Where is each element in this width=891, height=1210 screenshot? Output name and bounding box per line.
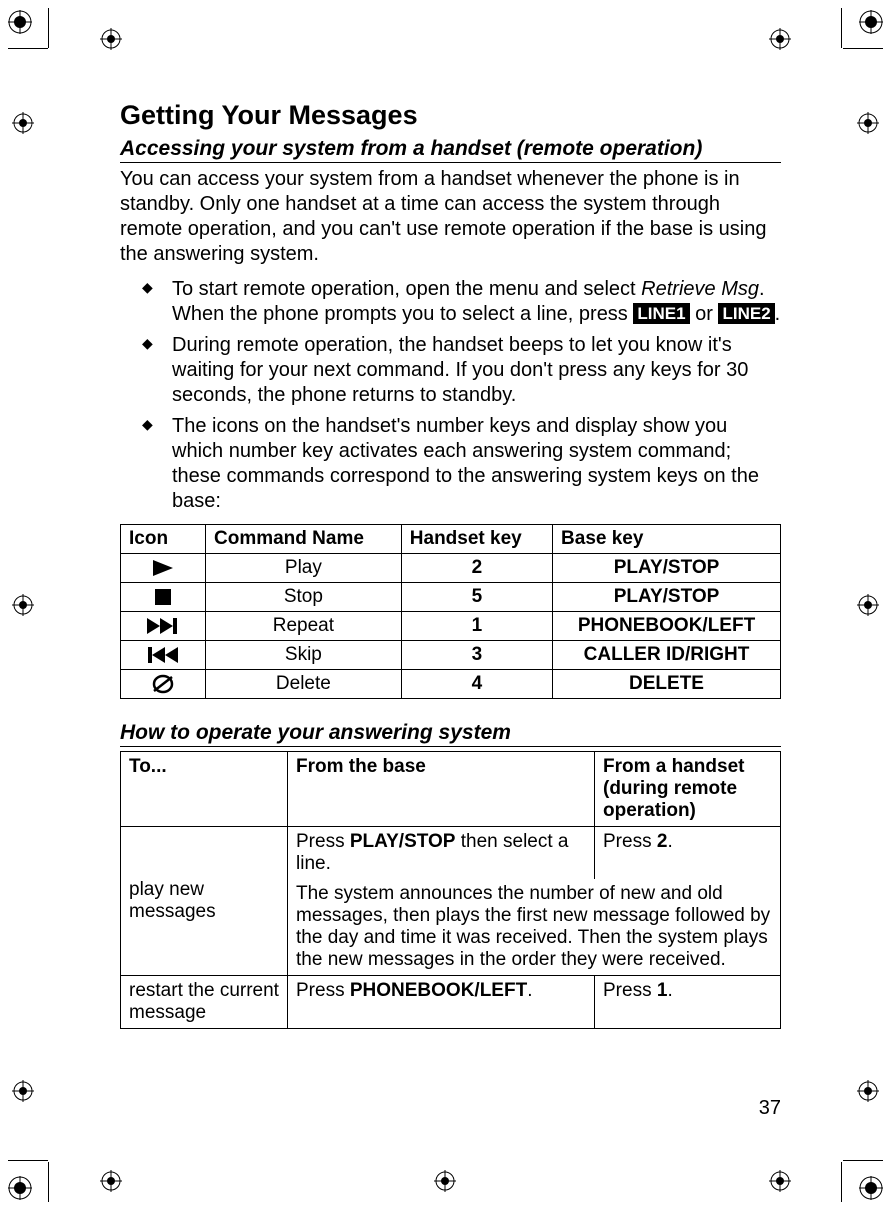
play-icon: [121, 554, 206, 583]
table-row: Play 2 PLAY/STOP: [121, 554, 781, 583]
line2-key-icon: LINE2: [718, 303, 774, 324]
registration-mark-icon: [8, 10, 32, 34]
col-base: Base key: [553, 525, 781, 554]
command-table: Icon Command Name Handset key Base key P…: [120, 524, 781, 699]
table-row: Skip 3 CALLER ID/RIGHT: [121, 641, 781, 670]
table-row: restart the current message Press PHONEB…: [121, 976, 781, 1029]
registration-mark-icon: [859, 10, 883, 34]
col-icon: Icon: [121, 525, 206, 554]
page-number: 37: [759, 1097, 891, 1120]
crosshair-icon: [12, 112, 34, 134]
skip-back-icon: [121, 641, 206, 670]
list-item: The icons on the handset's number keys a…: [120, 414, 781, 514]
table-row: Delete 4 DELETE: [121, 670, 781, 699]
section-heading: Accessing your system from a handset (re…: [120, 137, 781, 163]
crosshair-icon: [12, 594, 34, 616]
operation-table: To... From the base From a handset (duri…: [120, 751, 781, 1029]
intro-paragraph: You can access your system from a handse…: [120, 167, 781, 267]
col-handset: Handset key: [401, 525, 552, 554]
page-title: Getting Your Messages: [120, 100, 781, 131]
crosshair-icon: [434, 1170, 456, 1192]
registration-mark-icon: [8, 1176, 32, 1200]
section-heading: How to operate your answering system: [120, 721, 781, 747]
col-command: Command Name: [206, 525, 402, 554]
table-header-row: To... From the base From a handset (duri…: [121, 752, 781, 827]
crosshair-icon: [100, 28, 122, 50]
crosshair-icon: [12, 1080, 34, 1102]
skip-forward-icon: [121, 612, 206, 641]
list-item: During remote operation, the handset bee…: [120, 333, 781, 408]
table-header-row: Icon Command Name Handset key Base key: [121, 525, 781, 554]
table-row: Stop 5 PLAY/STOP: [121, 583, 781, 612]
crosshair-icon: [857, 112, 879, 134]
line1-key-icon: LINE1: [633, 303, 689, 324]
stop-icon: [121, 583, 206, 612]
registration-mark-icon: [859, 1176, 883, 1200]
delete-icon: [121, 670, 206, 699]
bullet-list: To start remote operation, open the menu…: [120, 277, 781, 514]
table-row: play new messages Press PLAY/STOP then s…: [121, 827, 781, 880]
crosshair-icon: [857, 594, 879, 616]
list-item: To start remote operation, open the menu…: [120, 277, 781, 327]
crosshair-icon: [100, 1170, 122, 1192]
crosshair-icon: [769, 1170, 791, 1192]
table-row: Repeat 1 PHONEBOOK/LEFT: [121, 612, 781, 641]
crosshair-icon: [769, 28, 791, 50]
